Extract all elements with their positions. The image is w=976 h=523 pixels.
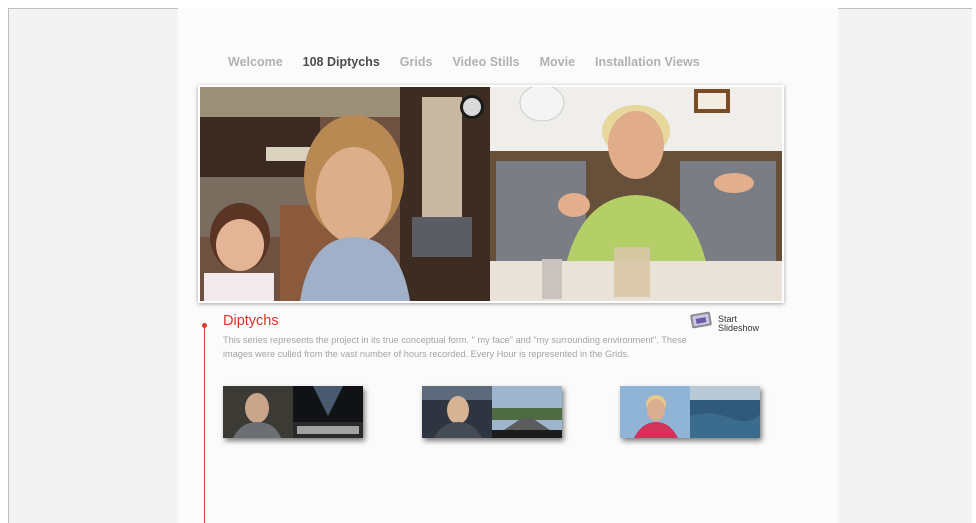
diptych-thumbnail[interactable]: [422, 386, 562, 438]
timeline-line: [204, 325, 205, 523]
slideshow-label-line2: Slideshow: [718, 322, 760, 333]
diptych-thumbnail[interactable]: [223, 386, 363, 438]
main-nav: Welcome 108 Diptychs Grids Video Stills …: [228, 55, 700, 69]
nav-welcome[interactable]: Welcome: [228, 55, 283, 69]
thumbnail-face: [223, 386, 293, 438]
nav-installation-views[interactable]: Installation Views: [595, 55, 700, 69]
nav-movie[interactable]: Movie: [540, 55, 575, 69]
nav-108-diptychs[interactable]: 108 Diptychs: [303, 55, 380, 69]
thumbnail-face: [422, 386, 492, 438]
diptych-thumbnail[interactable]: [620, 386, 760, 438]
thumbnail-face: [620, 386, 690, 438]
section-title: Diptychs: [223, 313, 279, 329]
nav-grids[interactable]: Grids: [400, 55, 433, 69]
section-description: This series represents the project in it…: [223, 335, 687, 359]
thumbnail-environment: [293, 386, 363, 438]
nav-video-stills[interactable]: Video Stills: [452, 55, 519, 69]
thumbnail-environment: [492, 386, 562, 438]
diptych-face-photo: [200, 87, 490, 301]
slideshow-label: Start Slideshow: [718, 314, 760, 333]
start-slideshow-button[interactable]: Start Slideshow: [688, 310, 759, 337]
featured-diptych-image: [198, 85, 784, 303]
diptych-environment-photo: [490, 87, 782, 301]
thumbnail-environment: [690, 386, 760, 438]
